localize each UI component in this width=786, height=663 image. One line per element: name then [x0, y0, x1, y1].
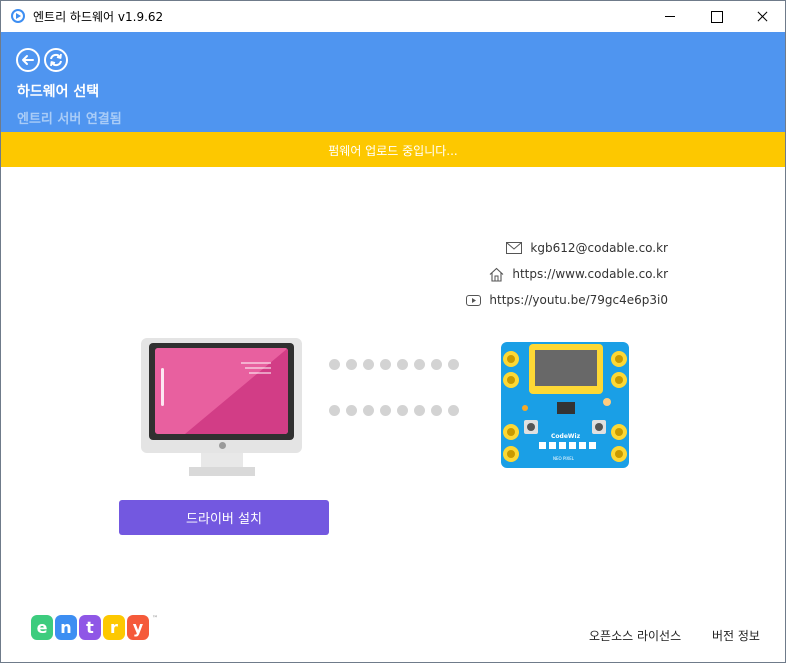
logo-trademark: ™ — [152, 615, 158, 622]
monitor-power-dot — [219, 442, 226, 449]
logo-letter-r: r — [103, 615, 125, 640]
refresh-icon — [50, 53, 62, 67]
app-window: 엔트리 하드웨어 v1.9.62 하드웨어 선택 엔트리 서버 연결됨 펌웨어 … — [0, 0, 786, 663]
title-bar: 엔트리 하드웨어 v1.9.62 — [1, 1, 785, 32]
board-art: CodeWiz NEO PIXEL — [501, 342, 629, 468]
open-source-license-link[interactable]: 오픈소스 라이선스 — [589, 627, 681, 644]
logo-letter-e: e — [31, 615, 53, 640]
driver-install-button[interactable]: 드라이버 설치 — [119, 500, 329, 535]
monitor-base — [189, 467, 255, 476]
header: 하드웨어 선택 엔트리 서버 연결됨 — [1, 32, 785, 132]
upload-status-text: 펌웨어 업로드 중입니다... — [328, 144, 458, 158]
back-arrow-icon — [22, 55, 34, 65]
contact-youtube-text: https://youtu.be/79gc4e6p3i0 — [489, 293, 668, 307]
codewiz-board-illustration: CodeWiz NEO PIXEL — [501, 342, 629, 468]
version-info-link[interactable]: 버전 정보 — [712, 627, 760, 644]
minimize-button[interactable] — [647, 1, 693, 32]
contact-homepage-text: https://www.codable.co.kr — [512, 267, 668, 281]
contact-email: kgb612@codable.co.kr — [506, 240, 668, 256]
connection-dots-top — [329, 359, 469, 371]
svg-text:CodeWiz: CodeWiz — [551, 433, 581, 440]
upload-status-bar: 펌웨어 업로드 중입니다... — [1, 132, 785, 167]
screen-art — [155, 348, 288, 434]
back-button[interactable] — [16, 48, 40, 72]
mail-icon — [506, 242, 523, 254]
entry-logo: e n t r y ™ — [31, 615, 158, 643]
monitor-neck — [201, 453, 243, 467]
svg-text:NEO PIXEL: NEO PIXEL — [553, 456, 575, 461]
logo-letter-t: t — [79, 615, 101, 640]
home-icon — [489, 267, 504, 282]
close-button[interactable] — [739, 1, 785, 32]
refresh-button[interactable] — [44, 48, 68, 72]
logo-letter-n: n — [55, 615, 77, 640]
computer-monitor-illustration — [141, 338, 302, 476]
window-title: 엔트리 하드웨어 v1.9.62 — [33, 10, 164, 24]
youtube-icon — [466, 294, 482, 306]
monitor-screen — [155, 348, 288, 434]
connection-dots-bottom — [329, 405, 469, 417]
contact-email-text: kgb612@codable.co.kr — [530, 241, 668, 255]
entry-app-icon — [11, 9, 25, 23]
page-title: 하드웨어 선택 — [17, 84, 100, 100]
contact-homepage[interactable]: https://www.codable.co.kr — [489, 266, 668, 282]
maximize-button[interactable] — [693, 1, 739, 32]
logo-letter-y: y — [127, 615, 149, 640]
server-status-text: 엔트리 서버 연결됨 — [17, 112, 122, 127]
contact-youtube[interactable]: https://youtu.be/79gc4e6p3i0 — [466, 292, 668, 308]
